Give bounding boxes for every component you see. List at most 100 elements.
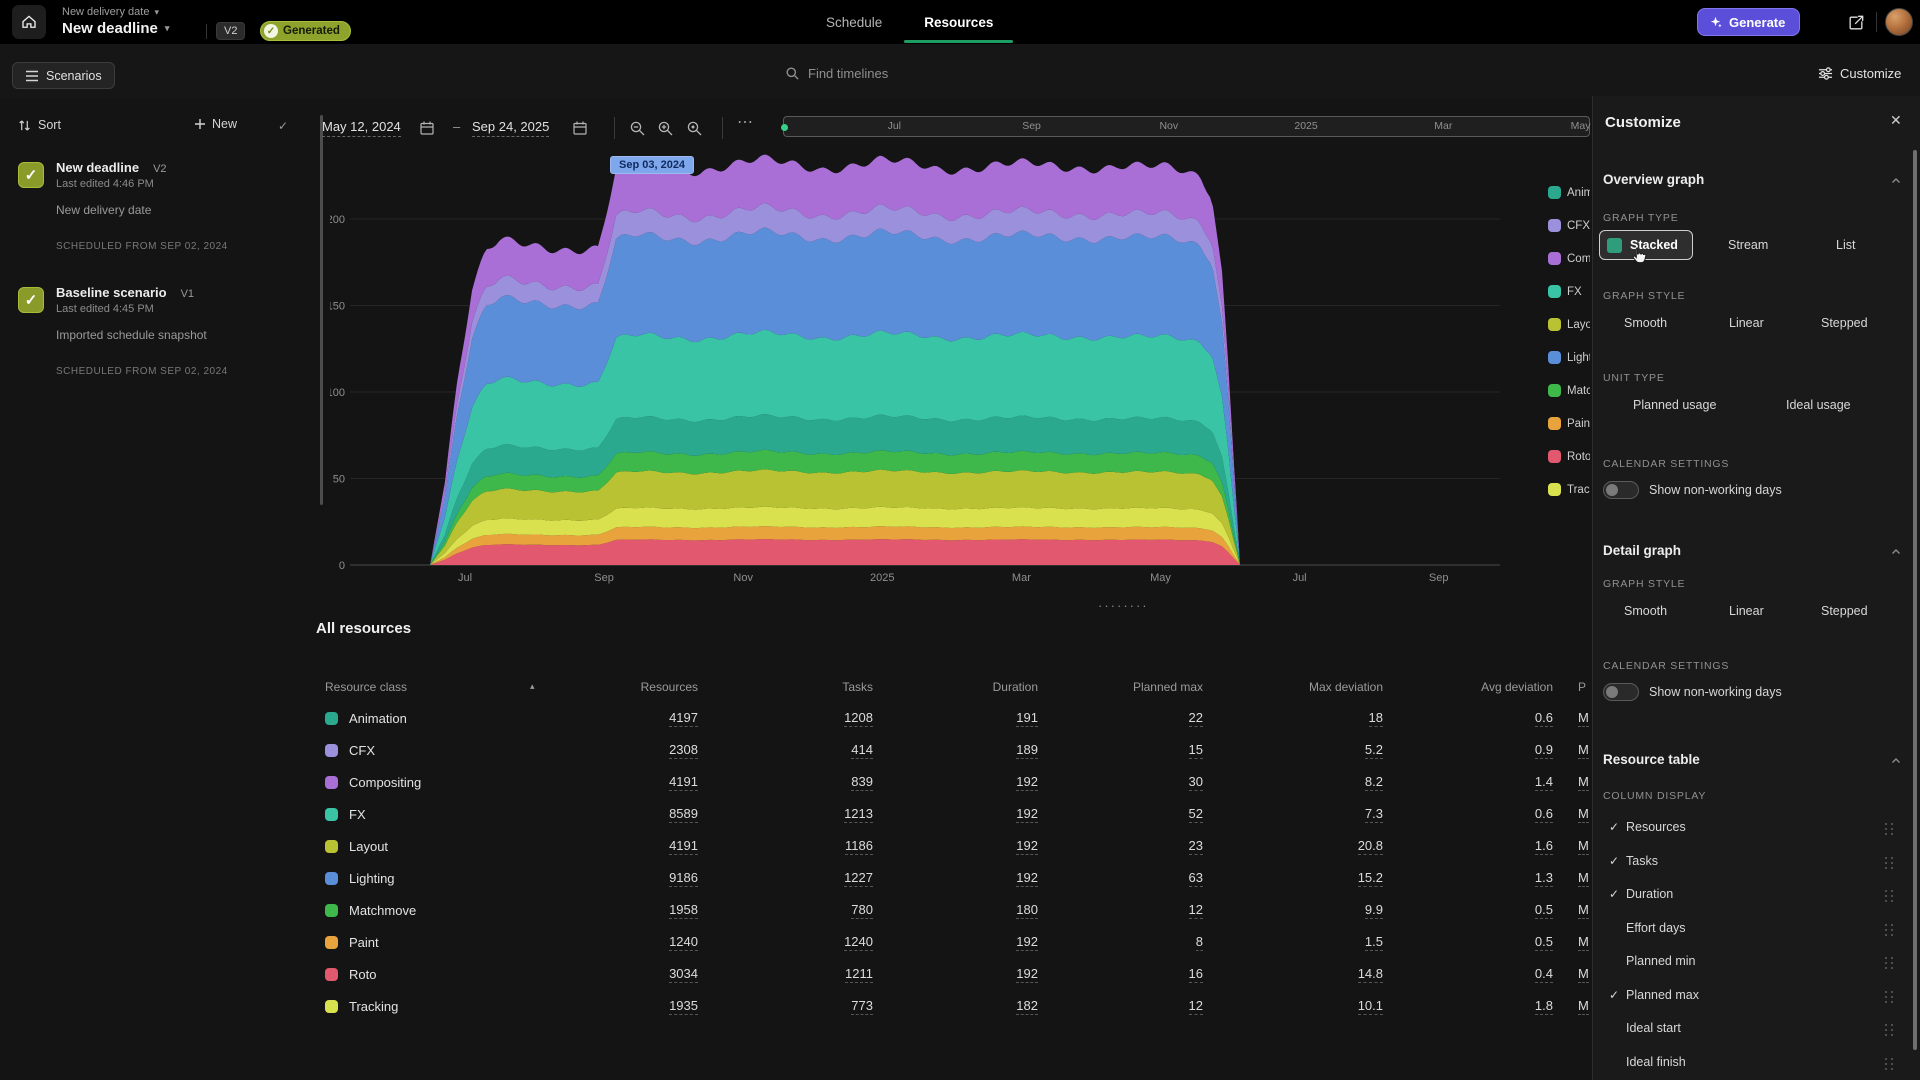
cell-value[interactable]: 192 <box>1016 806 1038 823</box>
legend-item[interactable]: Paint <box>1548 407 1590 440</box>
scenarios-button[interactable]: Scenarios <box>12 62 115 89</box>
cell-value[interactable]: 192 <box>1016 774 1038 791</box>
cell-value[interactable]: 0.9 <box>1534 742 1553 759</box>
cell-value[interactable]: 192 <box>1016 966 1038 983</box>
cell-value[interactable]: 0.5 <box>1534 934 1553 951</box>
tab-resources[interactable]: Resources <box>904 0 1014 44</box>
table-row[interactable]: Matchmove 1958 780 180 12 9.9 0.5 M <box>325 894 1592 926</box>
table-row[interactable]: FX 8589 1213 192 52 7.3 0.6 M <box>325 798 1592 830</box>
legend-item[interactable]: Compositing <box>1548 242 1590 275</box>
drag-handle-icon[interactable] <box>1885 1057 1894 1071</box>
cell-value[interactable]: 1186 <box>845 838 873 855</box>
toggle-switch-off[interactable] <box>1603 481 1639 499</box>
column-checkbox-row[interactable]: ✓ Resources <box>1593 818 1920 842</box>
cell-value[interactable]: 1208 <box>844 710 873 727</box>
timeline-minimap[interactable]: Jul Sep Nov 2025 Mar May <box>781 116 1590 137</box>
tab-schedule[interactable]: Schedule <box>820 0 888 44</box>
cell-value[interactable]: 20.8 <box>1357 838 1383 855</box>
zoom-out-icon[interactable] <box>629 120 646 142</box>
sort-button[interactable]: Sort <box>18 118 61 132</box>
legend-item[interactable]: CFX <box>1548 209 1590 242</box>
column-header-resource-class[interactable]: Resource class ▴ <box>325 680 537 694</box>
search-input[interactable]: Find timelines <box>785 66 888 81</box>
drag-handle-icon[interactable] <box>1885 990 1894 1004</box>
cell-value[interactable]: 1211 <box>845 966 873 983</box>
user-avatar[interactable] <box>1885 8 1913 36</box>
chevron-up-icon[interactable] <box>1891 172 1901 190</box>
legend-item[interactable]: FX <box>1548 275 1590 308</box>
option-ideal-usage[interactable]: Ideal usage <box>1786 398 1851 412</box>
export-button[interactable] <box>1843 10 1869 36</box>
column-header-resources[interactable]: Resources <box>537 680 700 694</box>
cell-value[interactable]: 16 <box>1188 966 1203 983</box>
table-row[interactable]: Animation 4197 1208 191 22 18 0.6 M <box>325 702 1592 734</box>
cell-value[interactable]: 14.8 <box>1357 966 1383 983</box>
column-checkbox-row[interactable]: Ideal finish <box>1593 1053 1920 1077</box>
customize-button[interactable]: Customize <box>1818 66 1901 81</box>
cell-value[interactable]: 9186 <box>669 870 698 887</box>
legend-item[interactable]: Layout <box>1548 308 1590 341</box>
cell-value[interactable]: 2308 <box>669 742 698 759</box>
option-linear[interactable]: Linear <box>1729 316 1764 330</box>
panel-section-resource-table[interactable]: Resource table <box>1603 752 1700 767</box>
cell-value[interactable]: 22 <box>1188 710 1203 727</box>
drag-handle-icon[interactable] <box>1885 957 1894 970</box>
cell-value[interactable]: 10.1 <box>1357 998 1383 1015</box>
column-checkbox-row[interactable]: Ideal start <box>1593 1019 1920 1043</box>
option-stepped[interactable]: Stepped <box>1821 604 1868 618</box>
column-checkbox-row[interactable]: ✓ Planned max <box>1593 986 1920 1010</box>
cell-value[interactable]: 773 <box>851 998 873 1015</box>
drag-handle-icon[interactable] <box>1885 890 1894 903</box>
cell-value[interactable]: 15.2 <box>1357 870 1383 887</box>
cell-value[interactable]: 5.2 <box>1364 742 1383 759</box>
cell-value[interactable]: 414 <box>851 742 873 759</box>
drag-handle-icon[interactable] <box>1885 856 1894 870</box>
column-checkbox-row[interactable]: Effort days <box>1593 919 1920 943</box>
select-mode-icon[interactable]: ✓ <box>278 119 288 133</box>
table-row[interactable]: Paint 1240 1240 192 8 1.5 0.5 M <box>325 926 1592 958</box>
cell-value[interactable]: 3034 <box>669 966 698 983</box>
table-row[interactable]: Lighting 9186 1227 192 63 15.2 1.3 M <box>325 862 1592 894</box>
stacked-area-chart[interactable]: 0 50 100 150 200 Jul Sep Nov 2025 Mar May Jul Sep <box>327 148 1592 600</box>
end-date-input[interactable]: Sep 24, 2025 <box>472 119 550 137</box>
column-header-duration[interactable]: Duration <box>875 680 1040 694</box>
cell-value[interactable]: 1213 <box>844 806 873 823</box>
legend-item[interactable]: Tracking <box>1548 473 1590 506</box>
column-checkbox-row[interactable]: ✓ Tasks <box>1593 852 1920 876</box>
column-header-avg-deviation[interactable]: Avg deviation <box>1385 680 1555 694</box>
panel-section-overview-graph[interactable]: Overview graph <box>1603 172 1704 187</box>
sidebar-scrollbar[interactable] <box>320 115 323 505</box>
cell-value[interactable]: 23 <box>1188 838 1203 855</box>
table-row[interactable]: Layout 4191 1186 192 23 20.8 1.6 M <box>325 830 1592 862</box>
cell-value[interactable]: 839 <box>851 774 873 791</box>
table-row[interactable]: Tracking 1935 773 182 12 10.1 1.8 M <box>325 990 1592 1022</box>
resource-usage-chart[interactable]: 0 50 100 150 200 Jul Sep Nov 2025 Mar May Jul Sep Se… <box>327 148 1592 600</box>
drag-handle-icon[interactable] <box>1885 823 1894 836</box>
calendar-icon[interactable] <box>572 120 588 141</box>
option-stepped[interactable]: Stepped <box>1821 316 1868 330</box>
cell-value[interactable]: 30 <box>1188 774 1203 791</box>
legend-item[interactable]: Animation <box>1548 176 1590 209</box>
table-row[interactable]: CFX 2308 414 189 15 5.2 0.9 M <box>325 734 1592 766</box>
cell-value[interactable]: 4197 <box>669 710 698 727</box>
toggle-switch-off[interactable] <box>1603 683 1639 701</box>
column-header-tasks[interactable]: Tasks <box>700 680 875 694</box>
cell-value[interactable]: 7.3 <box>1364 806 1383 823</box>
scenario-checkbox[interactable]: ✓ <box>18 162 44 188</box>
chevron-up-icon[interactable] <box>1891 752 1901 770</box>
column-header-planned-max[interactable]: Planned max <box>1040 680 1205 694</box>
column-checkbox-row[interactable]: ✓ Duration <box>1593 885 1920 909</box>
table-row[interactable]: Roto 3034 1211 192 16 14.8 0.4 M <box>325 958 1592 990</box>
cell-value[interactable]: 192 <box>1016 870 1038 887</box>
home-button[interactable] <box>12 5 46 39</box>
cell-value[interactable]: 1.8 <box>1534 998 1553 1015</box>
chevron-up-icon[interactable] <box>1891 543 1901 561</box>
more-options-button[interactable]: ⋯ <box>737 112 754 132</box>
cell-value[interactable]: 12 <box>1188 902 1203 919</box>
column-header-max-deviation[interactable]: Max deviation <box>1205 680 1385 694</box>
cell-value[interactable]: 1.3 <box>1534 870 1553 887</box>
cell-value[interactable]: 8589 <box>669 806 698 823</box>
cell-value[interactable]: 189 <box>1016 742 1038 759</box>
cell-value[interactable]: 15 <box>1188 742 1203 759</box>
drag-handle-icon[interactable] <box>1885 923 1894 937</box>
